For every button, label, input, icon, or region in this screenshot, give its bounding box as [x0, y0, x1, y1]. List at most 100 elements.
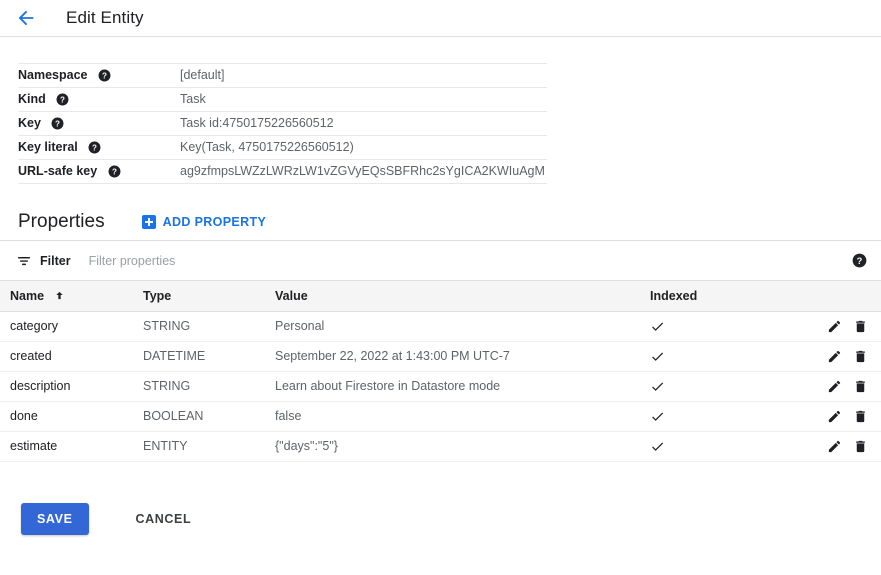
entity-metadata-body: Namespace ? [default] Kind ? Task: [18, 64, 547, 184]
svg-text:?: ?: [55, 119, 60, 128]
filter-icon[interactable]: [16, 253, 32, 269]
checkmark-icon: [650, 439, 665, 454]
pencil-icon[interactable]: [827, 379, 842, 394]
cell-actions: [825, 311, 881, 341]
entity-metadata-table: Namespace ? [default] Kind ? Task: [18, 63, 547, 184]
cell-value: Learn about Firestore in Datastore mode: [275, 371, 650, 401]
cell-value: false: [275, 401, 650, 431]
meta-label-key: Key: [18, 116, 41, 130]
filter-bar: Filter ?: [0, 241, 881, 281]
cell-indexed: [650, 341, 825, 371]
filter-help-icon[interactable]: ?: [852, 253, 867, 268]
properties-table-body: category STRING Personal cr: [0, 311, 881, 461]
cell-indexed: [650, 431, 825, 461]
column-header-indexed-label: Indexed: [650, 289, 697, 303]
column-header-value[interactable]: Value: [275, 281, 650, 311]
meta-value-url-safe-key: ag9zfmpsLWZzLWRzLW1vZGVyEQsSBFRhc2sYgICA…: [180, 164, 547, 178]
svg-text:?: ?: [112, 167, 117, 176]
meta-label-key-literal: Key literal: [18, 140, 78, 154]
svg-text:?: ?: [92, 143, 97, 152]
cell-type: STRING: [143, 371, 275, 401]
cell-type: ENTITY: [143, 431, 275, 461]
column-header-type-label: Type: [143, 289, 171, 303]
key-literal-help-icon[interactable]: ?: [88, 141, 101, 154]
table-row[interactable]: created DATETIME September 22, 2022 at 1…: [0, 341, 881, 371]
meta-value-namespace: [default]: [180, 68, 547, 82]
meta-label-kind: Kind: [18, 92, 46, 106]
cell-type: BOOLEAN: [143, 401, 275, 431]
trash-icon[interactable]: [853, 439, 868, 454]
properties-header: Properties ADD PROPERTY: [0, 184, 881, 240]
page-title: Edit Entity: [66, 8, 144, 28]
cell-name: done: [0, 401, 143, 431]
cell-indexed: [650, 401, 825, 431]
cell-name: description: [0, 371, 143, 401]
save-button[interactable]: SAVE: [21, 503, 89, 535]
key-help-icon[interactable]: ?: [51, 117, 64, 130]
table-row[interactable]: estimate ENTITY {"days":"5"}: [0, 431, 881, 461]
pencil-icon[interactable]: [827, 409, 842, 424]
pencil-icon[interactable]: [827, 439, 842, 454]
cell-type: DATETIME: [143, 341, 275, 371]
add-property-label: ADD PROPERTY: [163, 215, 267, 229]
kind-help-icon[interactable]: ?: [56, 93, 69, 106]
column-header-type[interactable]: Type: [143, 281, 275, 311]
meta-row-kind: Kind ? Task: [18, 88, 547, 112]
column-header-name[interactable]: Name: [0, 281, 143, 311]
cell-value: September 22, 2022 at 1:43:00 PM UTC-7: [275, 341, 650, 371]
column-header-actions: [825, 281, 881, 311]
namespace-help-icon[interactable]: ?: [98, 69, 111, 82]
trash-icon[interactable]: [853, 349, 868, 364]
trash-icon[interactable]: [853, 409, 868, 424]
trash-icon[interactable]: [853, 379, 868, 394]
checkmark-icon: [650, 409, 665, 424]
column-header-name-label: Name: [10, 289, 44, 303]
meta-row-namespace: Namespace ? [default]: [18, 64, 547, 88]
svg-text:?: ?: [102, 71, 107, 80]
cell-name: category: [0, 311, 143, 341]
svg-text:?: ?: [60, 95, 65, 104]
arrow-up-icon: [54, 290, 65, 301]
meta-value-key-literal: Key(Task, 4750175226560512): [180, 140, 547, 154]
checkmark-icon: [650, 319, 665, 334]
add-property-button[interactable]: ADD PROPERTY: [142, 215, 267, 229]
footer-actions: SAVE CANCEL: [0, 462, 881, 535]
filter-properties-input[interactable]: [89, 251, 842, 271]
svg-text:?: ?: [857, 256, 863, 266]
cell-actions: [825, 431, 881, 461]
cell-name: created: [0, 341, 143, 371]
properties-header-row: Name Type Value Indexed: [0, 281, 881, 311]
cancel-button[interactable]: CANCEL: [124, 503, 204, 535]
meta-label-url-safe-key: URL-safe key: [18, 164, 97, 178]
cell-value: Personal: [275, 311, 650, 341]
meta-value-key: Task id:4750175226560512: [180, 116, 547, 130]
table-row[interactable]: done BOOLEAN false: [0, 401, 881, 431]
pencil-icon[interactable]: [827, 349, 842, 364]
table-row[interactable]: category STRING Personal: [0, 311, 881, 341]
meta-row-url-safe-key: URL-safe key ? ag9zfmpsLWZzLWRzLW1vZGVyE…: [18, 160, 547, 184]
checkmark-icon: [650, 379, 665, 394]
properties-title: Properties: [18, 211, 105, 233]
url-safe-key-help-icon[interactable]: ?: [108, 165, 121, 178]
trash-icon[interactable]: [853, 319, 868, 334]
cell-name: estimate: [0, 431, 143, 461]
table-row[interactable]: description STRING Learn about Firestore…: [0, 371, 881, 401]
meta-value-kind: Task: [180, 92, 547, 106]
back-arrow-icon[interactable]: [14, 6, 38, 30]
filter-label: Filter: [40, 254, 71, 268]
entity-metadata: Namespace ? [default] Kind ? Task: [0, 37, 881, 184]
meta-row-key: Key ? Task id:4750175226560512: [18, 112, 547, 136]
column-header-value-label: Value: [275, 289, 308, 303]
app-bar: Edit Entity: [0, 0, 881, 37]
meta-row-key-literal: Key literal ? Key(Task, 4750175226560512…: [18, 136, 547, 160]
cell-indexed: [650, 311, 825, 341]
properties-table: Name Type Value Indexed category STRING …: [0, 281, 881, 462]
meta-label-namespace: Namespace: [18, 68, 88, 82]
column-header-indexed[interactable]: Indexed: [650, 281, 825, 311]
plus-box-icon: [142, 215, 156, 229]
pencil-icon[interactable]: [827, 319, 842, 334]
cell-actions: [825, 341, 881, 371]
cell-value: {"days":"5"}: [275, 431, 650, 461]
cell-actions: [825, 371, 881, 401]
cell-indexed: [650, 371, 825, 401]
